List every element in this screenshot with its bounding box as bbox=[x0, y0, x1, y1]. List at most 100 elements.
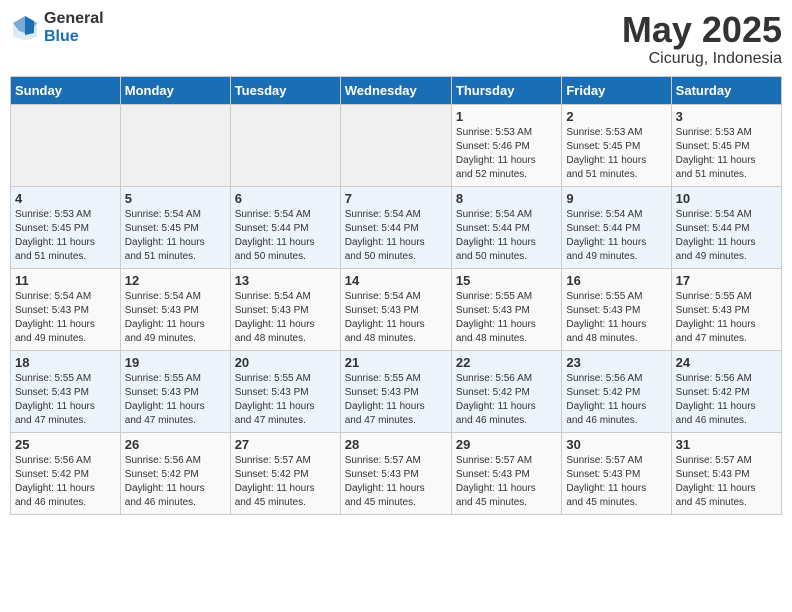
day-number: 3 bbox=[676, 109, 777, 124]
day-number: 14 bbox=[345, 273, 447, 288]
calendar-cell: 30 Sunrise: 5:57 AM Sunset: 5:43 PM Dayli… bbox=[562, 432, 671, 514]
weekday-header: Monday bbox=[120, 76, 230, 104]
day-info: Sunrise: 5:55 AM Sunset: 5:43 PM Dayligh… bbox=[566, 290, 666, 346]
day-number: 24 bbox=[676, 355, 777, 370]
calendar-cell: 14 Sunrise: 5:54 AM Sunset: 5:43 PM Dayli… bbox=[340, 268, 451, 350]
day-number: 9 bbox=[566, 191, 666, 206]
calendar-header: SundayMondayTuesdayWednesdayThursdayFrid… bbox=[11, 76, 782, 104]
calendar-cell: 12Sunrise: 5:54 AM Sunset: 5:43 PM Dayli… bbox=[120, 268, 230, 350]
calendar-week-row: 25Sunrise: 5:56 AM Sunset: 5:42 PM Dayli… bbox=[11, 432, 782, 514]
day-number: 26 bbox=[125, 437, 226, 452]
calendar-cell: 10Sunrise: 5:54 AM Sunset: 5:44 PM Dayli… bbox=[671, 186, 781, 268]
calendar-cell: 7 Sunrise: 5:54 AM Sunset: 5:44 PM Daylig… bbox=[340, 186, 451, 268]
calendar-cell: 23 Sunrise: 5:56 AM Sunset: 5:42 PM Dayli… bbox=[562, 350, 671, 432]
day-number: 22 bbox=[456, 355, 557, 370]
location-title: Cicurug, Indonesia bbox=[622, 50, 782, 68]
logo-icon bbox=[10, 13, 40, 43]
weekday-header: Tuesday bbox=[230, 76, 340, 104]
calendar-week-row: 18Sunrise: 5:55 AM Sunset: 5:43 PM Dayli… bbox=[11, 350, 782, 432]
calendar-week-row: 11Sunrise: 5:54 AM Sunset: 5:43 PM Dayli… bbox=[11, 268, 782, 350]
day-info: Sunrise: 5:54 AM Sunset: 5:44 PM Dayligh… bbox=[235, 208, 336, 264]
day-number: 1 bbox=[456, 109, 557, 124]
day-info: Sunrise: 5:54 AM Sunset: 5:44 PM Dayligh… bbox=[345, 208, 447, 264]
calendar-cell: 5 Sunrise: 5:54 AM Sunset: 5:45 PM Daylig… bbox=[120, 186, 230, 268]
day-info: Sunrise: 5:57 AM Sunset: 5:42 PM Dayligh… bbox=[235, 454, 336, 510]
day-number: 23 bbox=[566, 355, 666, 370]
day-info: Sunrise: 5:54 AM Sunset: 5:44 PM Dayligh… bbox=[676, 208, 777, 264]
day-info: Sunrise: 5:57 AM Sunset: 5:43 PM Dayligh… bbox=[566, 454, 666, 510]
day-info: Sunrise: 5:55 AM Sunset: 5:43 PM Dayligh… bbox=[15, 372, 116, 428]
calendar-cell: 20Sunrise: 5:55 AM Sunset: 5:43 PM Dayli… bbox=[230, 350, 340, 432]
calendar-cell: 11Sunrise: 5:54 AM Sunset: 5:43 PM Dayli… bbox=[11, 268, 121, 350]
logo: General Blue bbox=[10, 10, 104, 45]
calendar-cell bbox=[120, 104, 230, 186]
day-number: 28 bbox=[345, 437, 447, 452]
day-number: 5 bbox=[125, 191, 226, 206]
day-info: Sunrise: 5:54 AM Sunset: 5:44 PM Dayligh… bbox=[456, 208, 557, 264]
calendar-week-row: 4Sunrise: 5:53 AM Sunset: 5:45 PM Daylig… bbox=[11, 186, 782, 268]
day-number: 31 bbox=[676, 437, 777, 452]
day-number: 17 bbox=[676, 273, 777, 288]
header: General Blue May 2025 Cicurug, Indonesia bbox=[10, 10, 782, 68]
calendar-cell: 28Sunrise: 5:57 AM Sunset: 5:43 PM Dayli… bbox=[340, 432, 451, 514]
calendar-cell bbox=[230, 104, 340, 186]
calendar-cell: 13 Sunrise: 5:54 AM Sunset: 5:43 PM Dayli… bbox=[230, 268, 340, 350]
calendar-cell: 18Sunrise: 5:55 AM Sunset: 5:43 PM Dayli… bbox=[11, 350, 121, 432]
calendar-body: 1Sunrise: 5:53 AM Sunset: 5:46 PM Daylig… bbox=[11, 104, 782, 514]
day-info: Sunrise: 5:54 AM Sunset: 5:43 PM Dayligh… bbox=[15, 290, 116, 346]
day-info: Sunrise: 5:56 AM Sunset: 5:42 PM Dayligh… bbox=[566, 372, 666, 428]
day-info: Sunrise: 5:55 AM Sunset: 5:43 PM Dayligh… bbox=[676, 290, 777, 346]
day-number: 12 bbox=[125, 273, 226, 288]
weekday-header: Thursday bbox=[451, 76, 561, 104]
calendar-cell: 26Sunrise: 5:56 AM Sunset: 5:42 PM Dayli… bbox=[120, 432, 230, 514]
day-info: Sunrise: 5:53 AM Sunset: 5:45 PM Dayligh… bbox=[676, 126, 777, 182]
day-info: Sunrise: 5:54 AM Sunset: 5:43 PM Dayligh… bbox=[235, 290, 336, 346]
weekday-header: Wednesday bbox=[340, 76, 451, 104]
day-number: 27 bbox=[235, 437, 336, 452]
calendar-cell: 24 Sunrise: 5:56 AM Sunset: 5:42 PM Dayli… bbox=[671, 350, 781, 432]
day-info: Sunrise: 5:56 AM Sunset: 5:42 PM Dayligh… bbox=[456, 372, 557, 428]
calendar-cell: 2 Sunrise: 5:53 AM Sunset: 5:45 PM Daylig… bbox=[562, 104, 671, 186]
calendar-cell: 29Sunrise: 5:57 AM Sunset: 5:43 PM Dayli… bbox=[451, 432, 561, 514]
calendar-cell: 6 Sunrise: 5:54 AM Sunset: 5:44 PM Daylig… bbox=[230, 186, 340, 268]
day-info: Sunrise: 5:54 AM Sunset: 5:43 PM Dayligh… bbox=[345, 290, 447, 346]
day-number: 21 bbox=[345, 355, 447, 370]
calendar-cell: 1Sunrise: 5:53 AM Sunset: 5:46 PM Daylig… bbox=[451, 104, 561, 186]
day-number: 7 bbox=[345, 191, 447, 206]
calendar-cell: 16 Sunrise: 5:55 AM Sunset: 5:43 PM Dayli… bbox=[562, 268, 671, 350]
day-info: Sunrise: 5:57 AM Sunset: 5:43 PM Dayligh… bbox=[676, 454, 777, 510]
day-info: Sunrise: 5:55 AM Sunset: 5:43 PM Dayligh… bbox=[345, 372, 447, 428]
day-info: Sunrise: 5:57 AM Sunset: 5:43 PM Dayligh… bbox=[456, 454, 557, 510]
day-info: Sunrise: 5:54 AM Sunset: 5:45 PM Dayligh… bbox=[125, 208, 226, 264]
day-number: 2 bbox=[566, 109, 666, 124]
weekday-row: SundayMondayTuesdayWednesdayThursdayFrid… bbox=[11, 76, 782, 104]
day-number: 25 bbox=[15, 437, 116, 452]
calendar-cell: 9 Sunrise: 5:54 AM Sunset: 5:44 PM Daylig… bbox=[562, 186, 671, 268]
calendar-cell: 15Sunrise: 5:55 AM Sunset: 5:43 PM Dayli… bbox=[451, 268, 561, 350]
weekday-header: Saturday bbox=[671, 76, 781, 104]
day-info: Sunrise: 5:53 AM Sunset: 5:45 PM Dayligh… bbox=[566, 126, 666, 182]
calendar-cell: 25Sunrise: 5:56 AM Sunset: 5:42 PM Dayli… bbox=[11, 432, 121, 514]
weekday-header: Sunday bbox=[11, 76, 121, 104]
calendar-cell: 27 Sunrise: 5:57 AM Sunset: 5:42 PM Dayli… bbox=[230, 432, 340, 514]
day-number: 30 bbox=[566, 437, 666, 452]
day-number: 13 bbox=[235, 273, 336, 288]
day-info: Sunrise: 5:54 AM Sunset: 5:44 PM Dayligh… bbox=[566, 208, 666, 264]
logo-text: General Blue bbox=[44, 10, 104, 45]
calendar-cell: 4Sunrise: 5:53 AM Sunset: 5:45 PM Daylig… bbox=[11, 186, 121, 268]
calendar-cell bbox=[340, 104, 451, 186]
calendar-cell: 21 Sunrise: 5:55 AM Sunset: 5:43 PM Dayli… bbox=[340, 350, 451, 432]
calendar-week-row: 1Sunrise: 5:53 AM Sunset: 5:46 PM Daylig… bbox=[11, 104, 782, 186]
title-area: May 2025 Cicurug, Indonesia bbox=[622, 10, 782, 68]
day-info: Sunrise: 5:55 AM Sunset: 5:43 PM Dayligh… bbox=[235, 372, 336, 428]
day-number: 6 bbox=[235, 191, 336, 206]
day-number: 16 bbox=[566, 273, 666, 288]
calendar-cell: 17 Sunrise: 5:55 AM Sunset: 5:43 PM Dayli… bbox=[671, 268, 781, 350]
logo-general-text: General bbox=[44, 10, 104, 28]
calendar-cell: 3 Sunrise: 5:53 AM Sunset: 5:45 PM Daylig… bbox=[671, 104, 781, 186]
day-number: 15 bbox=[456, 273, 557, 288]
day-info: Sunrise: 5:56 AM Sunset: 5:42 PM Dayligh… bbox=[676, 372, 777, 428]
day-info: Sunrise: 5:55 AM Sunset: 5:43 PM Dayligh… bbox=[125, 372, 226, 428]
month-title: May 2025 bbox=[622, 10, 782, 50]
calendar-cell: 31 Sunrise: 5:57 AM Sunset: 5:43 PM Dayli… bbox=[671, 432, 781, 514]
